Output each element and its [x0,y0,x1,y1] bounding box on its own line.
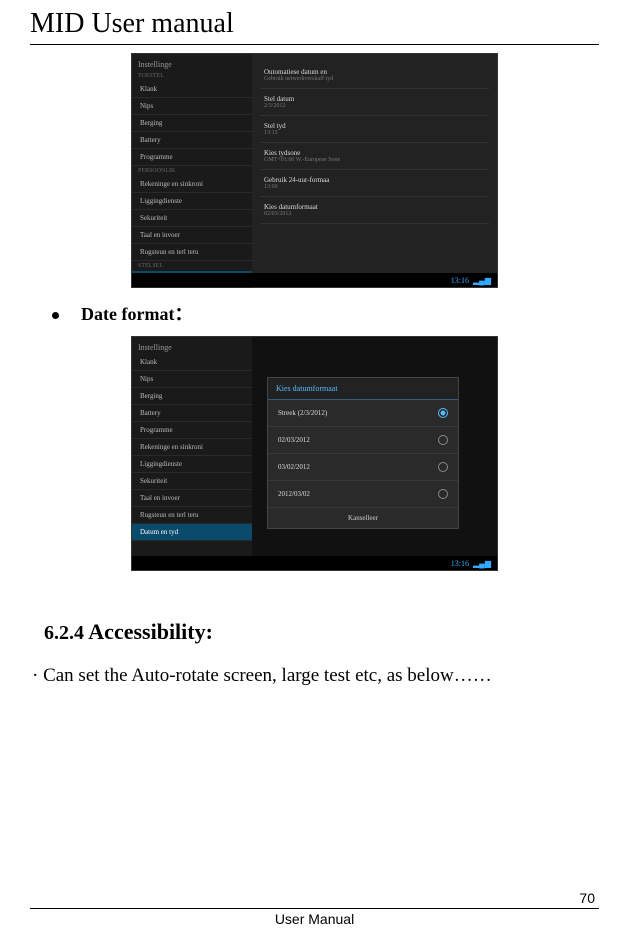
sidebar-item[interactable]: Berging [132,388,252,405]
radio-icon [438,408,448,418]
sidebar-item[interactable]: Battery [132,132,252,149]
body-paragraph: · Can set the Auto-rotate screen, large … [32,661,597,690]
radio-icon [438,462,448,472]
radio-icon [438,435,448,445]
date-format-dialog: Kies datumformaat Streek (2/3/2012) 02/0… [267,377,459,529]
sidebar-category: STELSEL [132,261,252,271]
status-bar: 13:16 ▂▄▆ [132,273,497,287]
sidebar-item[interactable]: Nips [132,98,252,115]
clock-icon: 13:16 [451,276,469,285]
cancel-button[interactable]: Kanselleer [268,508,458,528]
page-number: 70 [30,890,599,909]
settings-title: Instellinge [132,341,252,354]
footer-label: User Manual [30,909,599,927]
sidebar-item[interactable]: Taal en invoer [132,490,252,507]
sidebar-item[interactable]: Taal en invoer [132,227,252,244]
screenshot-date-format-dialog: Instellinge Klank Nips Berging Battery P… [131,336,498,571]
wifi-icon: ▂▄▆ [473,559,491,568]
sidebar-category: PERSOONLIK [132,166,252,176]
sidebar-item[interactable]: Klank [132,81,252,98]
sidebar-item[interactable]: Battery [132,405,252,422]
status-bar: 13:16 ▂▄▆ [132,556,497,570]
dialog-title: Kies datumformaat [268,378,458,400]
sidebar-item[interactable]: Rekeninge en sinkroni [132,439,252,456]
sidebar-item[interactable]: Sekuriteit [132,210,252,227]
section-heading: 6.2.4 Accessibility: [44,619,599,645]
page-header: MID User manual [30,0,599,45]
clock-icon: 13:16 [451,559,469,568]
settings-row[interactable]: Kies tydsone GMT+01:00 W.-Europese Sone [260,143,489,170]
sidebar-item[interactable]: Rugsteun en terl teru [132,507,252,524]
settings-title: Instellinge [132,58,252,71]
sidebar-item[interactable]: Sekuriteit [132,473,252,490]
sidebar-item[interactable]: Klank [132,354,252,371]
dialog-option[interactable]: Streek (2/3/2012) [268,400,458,427]
sidebar-item[interactable]: Rugsteun en terl teru [132,244,252,261]
settings-row[interactable]: Stel datum 2/3/2012 [260,89,489,116]
dialog-option[interactable]: 02/03/2012 [268,427,458,454]
settings-row[interactable]: Kies datumformaat 02/03/2012 [260,197,489,224]
radio-icon [438,489,448,499]
dialog-option[interactable]: 03/02/2012 [268,454,458,481]
sidebar-item[interactable]: Programme [132,422,252,439]
sidebar-item[interactable]: Liggingdienste [132,193,252,210]
bullet-date-format: Date format： [52,300,599,326]
sidebar-item[interactable]: Programme [132,149,252,166]
settings-row[interactable]: Gebruik 24-uur-formaa 13:00 [260,170,489,197]
settings-row[interactable]: Stel tyd 13:15 [260,116,489,143]
sidebar-item-active[interactable]: Datum en tyd [132,524,252,541]
sidebar-item[interactable]: Berging [132,115,252,132]
screenshot-date-time-settings: Instellinge TOESTEL Klank Nips Berging B… [131,53,498,288]
sidebar-item[interactable]: Nips [132,371,252,388]
wifi-icon: ▂▄▆ [473,276,491,285]
sidebar-item[interactable]: Liggingdienste [132,456,252,473]
settings-row[interactable]: Outomatiese datum en Gebruik netwerkvers… [260,62,489,89]
sidebar-category: TOESTEL [132,71,252,81]
dialog-option[interactable]: 2012/03/02 [268,481,458,508]
sidebar-item[interactable]: Rekeninge en sinkroni [132,176,252,193]
bullet-icon [52,312,59,319]
